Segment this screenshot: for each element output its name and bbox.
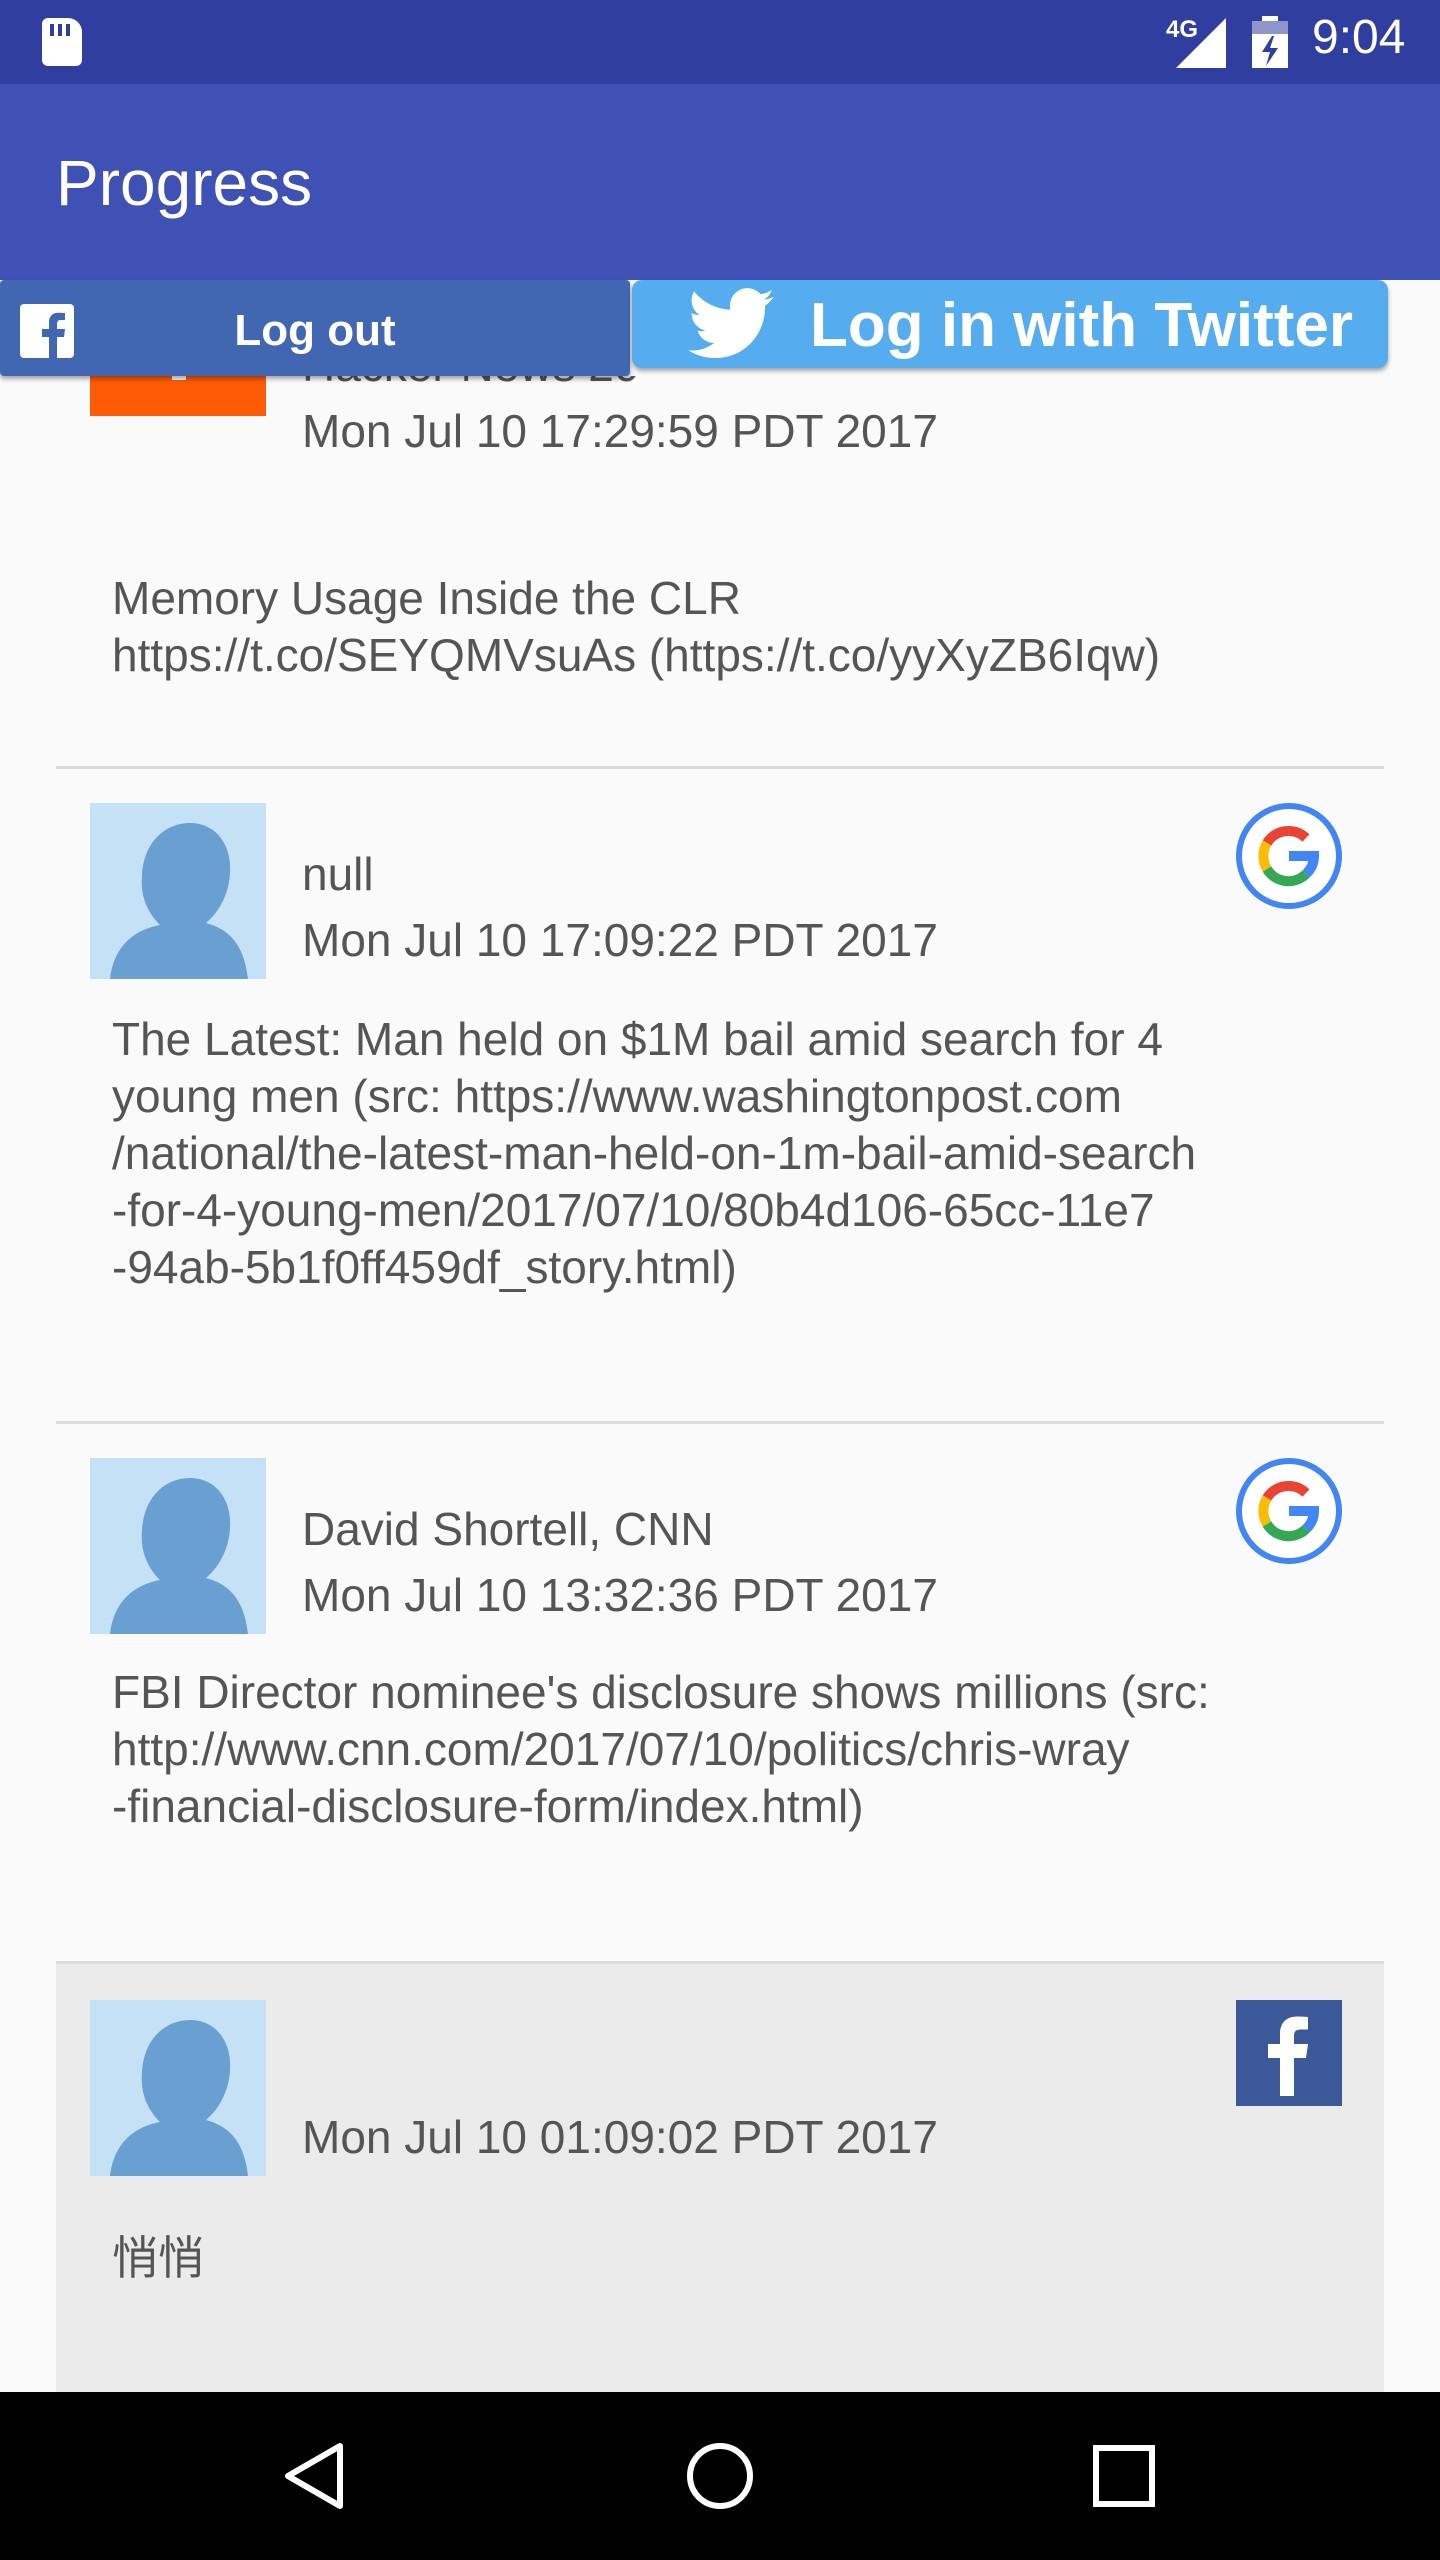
- list-item[interactable]: Hacker News 20 Mon Jul 10 17:29:59 PDT 2…: [56, 376, 1384, 760]
- home-icon[interactable]: [680, 2436, 760, 2516]
- twitter-button-label: Log in with Twitter: [810, 291, 1353, 360]
- recents-icon[interactable]: [1084, 2436, 1164, 2516]
- post-date: Mon Jul 10 13:32:36 PDT 2017: [302, 1569, 938, 1621]
- post-text: Memory Usage Inside the CLR https://t.co…: [112, 572, 1161, 681]
- default-user-icon: [110, 1478, 248, 1634]
- battery-charging-icon: [1252, 16, 1288, 68]
- network-type: 4G: [1166, 16, 1199, 43]
- app-bar: Progress: [0, 84, 1440, 280]
- author-name: Hacker News 20: [302, 376, 639, 392]
- default-user-icon: [110, 2020, 248, 2176]
- google-icon: [1236, 1458, 1342, 1564]
- navigation-bar: [0, 2392, 1440, 2560]
- post-text: The Latest: Man held on $1M bail amid se…: [112, 1013, 1197, 1293]
- hacker-news-logo-icon: [90, 376, 266, 416]
- post-date: Mon Jul 10 17:29:59 PDT 2017: [302, 405, 938, 457]
- twitter-login-button[interactable]: Log in with Twitter: [632, 280, 1388, 368]
- avatar: [90, 1458, 266, 1634]
- clock: 9:04: [1312, 11, 1406, 64]
- post-date: Mon Jul 10 17:09:22 PDT 2017: [302, 914, 938, 966]
- google-icon: [1236, 803, 1342, 909]
- page-title: Progress: [56, 147, 313, 219]
- post-text: FBI Director nominee's disclosure shows …: [112, 1666, 1210, 1832]
- avatar: [90, 2000, 266, 2176]
- list-item[interactable]: David Shortell, CNN Mon Jul 10 13:32:36 …: [56, 1424, 1384, 1914]
- sd-card-icon: [42, 18, 82, 66]
- facebook-button-label: Log out: [234, 306, 396, 355]
- facebook-logout-button[interactable]: Log out: [0, 280, 630, 376]
- list-item[interactable]: null Mon Jul 10 17:09:22 PDT 2017 The La…: [56, 769, 1384, 1389]
- post-text: 悄悄: [112, 2232, 204, 2284]
- list-item[interactable]: Mon Jul 10 01:09:02 PDT 2017 悄悄: [56, 1964, 1384, 2392]
- default-user-icon: [110, 823, 248, 979]
- avatar: [90, 803, 266, 979]
- twitter-bird-icon: [688, 288, 774, 359]
- back-icon[interactable]: [276, 2436, 356, 2516]
- author-name: null: [302, 848, 374, 900]
- status-bar: 4G 9:04: [0, 0, 1440, 84]
- facebook-icon: [1236, 2000, 1342, 2106]
- author-name: David Shortell, CNN: [302, 1503, 714, 1555]
- feed-list[interactable]: Hacker News 20 Mon Jul 10 17:29:59 PDT 2…: [0, 376, 1440, 2392]
- post-date: Mon Jul 10 01:09:02 PDT 2017: [302, 2111, 938, 2163]
